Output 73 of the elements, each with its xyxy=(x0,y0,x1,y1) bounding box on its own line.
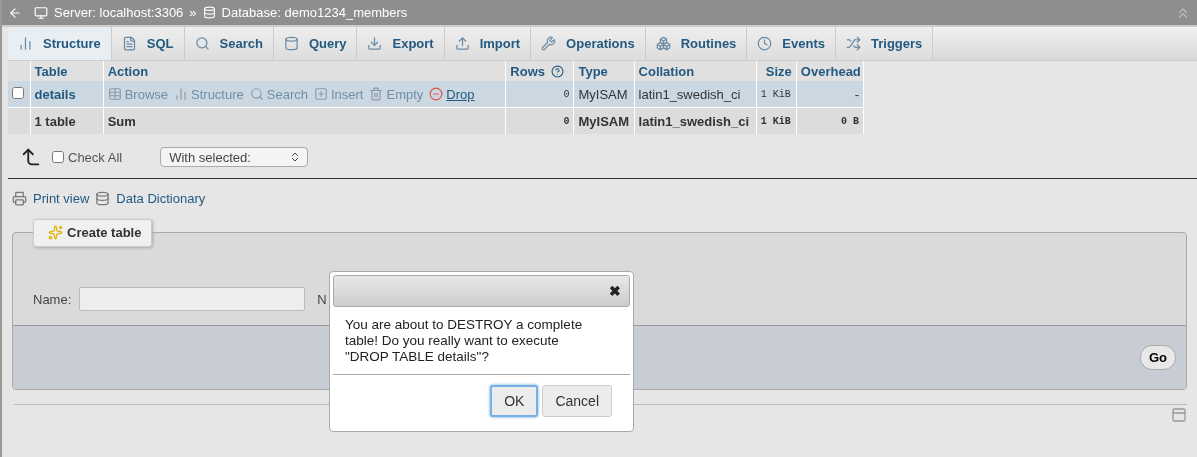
with-selected-dropdown[interactable]: With selected: xyxy=(160,147,309,167)
name-label: Name: xyxy=(33,291,72,307)
tab[interactable]: Query xyxy=(273,27,358,60)
tab[interactable]: Events xyxy=(747,27,836,60)
sparkle-icon xyxy=(48,225,63,240)
table-cell: 1 KiB xyxy=(756,81,797,108)
tab[interactable]: Structure xyxy=(8,27,112,60)
dialog-button[interactable]: Cancel xyxy=(542,385,612,417)
cylinder-icon xyxy=(283,36,299,51)
column-header: Type xyxy=(573,61,635,81)
link[interactable]: Print view xyxy=(33,191,90,206)
table-cell: 0 xyxy=(505,81,574,108)
table-icon xyxy=(107,87,122,101)
shuffle-icon xyxy=(846,36,861,51)
table-cell: 0 xyxy=(505,107,574,134)
table-cell: MyISAM xyxy=(573,81,635,108)
tab[interactable]: Search xyxy=(184,27,274,60)
table-cell: latin1_swedish_ci xyxy=(634,81,757,108)
table-cell: - xyxy=(796,81,864,108)
search-icon xyxy=(194,36,210,51)
printer-icon xyxy=(12,191,27,206)
server-link[interactable]: Server: localhost:3306 xyxy=(54,5,184,20)
create-table-button[interactable]: Create table xyxy=(33,219,153,247)
monitor-icon xyxy=(34,5,48,20)
tab[interactable]: Import xyxy=(444,27,532,60)
trash-icon xyxy=(369,87,384,101)
dialog-message: You are about to DESTROY a complete table! Do you really want to execute "DROP TABLE details"? xyxy=(345,317,584,366)
database-icon xyxy=(95,191,111,206)
tab[interactable]: Routines xyxy=(645,27,748,60)
breadcrumb-separator: » xyxy=(189,5,197,20)
table-cell: 1 KiB xyxy=(756,107,797,134)
wrench-icon xyxy=(541,36,557,51)
dialog-button[interactable]: OK xyxy=(490,385,539,417)
field-label: N xyxy=(317,291,327,307)
close-button[interactable]: ✖ xyxy=(609,283,621,299)
bar-chart-icon xyxy=(18,36,33,51)
tab[interactable]: Triggers xyxy=(836,27,934,60)
column-header: Action xyxy=(103,61,506,81)
action-link[interactable]: Drop xyxy=(429,86,475,102)
column-header[interactable]: Table xyxy=(30,61,104,81)
table-cell: 0 B xyxy=(796,107,864,134)
column-header: Size xyxy=(756,61,797,81)
boxes-icon xyxy=(655,36,671,51)
plus-square-icon xyxy=(313,87,328,101)
column-header: Rows xyxy=(505,61,574,81)
check-all-checkbox[interactable] xyxy=(52,151,64,163)
check-all-label: Check All xyxy=(68,149,123,165)
name-input[interactable] xyxy=(79,287,306,311)
upload-icon xyxy=(454,36,470,51)
database-icon xyxy=(202,6,216,19)
document-icon xyxy=(121,36,137,51)
table-cell: MyISAM xyxy=(573,107,635,134)
row-checkbox[interactable] xyxy=(12,86,24,99)
table-cell: latin1_swedish_ci xyxy=(634,107,757,134)
help-icon[interactable] xyxy=(551,64,565,78)
minus-circle-icon xyxy=(429,87,444,101)
clock-icon xyxy=(757,36,773,51)
window-icon[interactable] xyxy=(1171,407,1187,423)
tab[interactable]: Operations xyxy=(531,27,646,60)
go-button[interactable]: Go xyxy=(1139,345,1176,370)
column-header: Collation xyxy=(634,61,757,81)
table-name-link[interactable]: details xyxy=(30,81,104,108)
search-icon xyxy=(249,87,264,101)
database-link[interactable]: Database: demo1234_members xyxy=(221,5,408,20)
table-cell: Sum xyxy=(103,107,506,134)
link[interactable]: Data Dictionary xyxy=(116,191,206,206)
arrow-up-icon xyxy=(20,146,42,168)
table-cell: 1 table xyxy=(30,107,104,134)
tab[interactable]: Export xyxy=(357,27,445,60)
column-header: Overhead xyxy=(796,61,864,81)
bar-chart-icon xyxy=(174,87,188,101)
tab[interactable]: SQL xyxy=(111,27,185,60)
download-icon xyxy=(367,36,383,51)
